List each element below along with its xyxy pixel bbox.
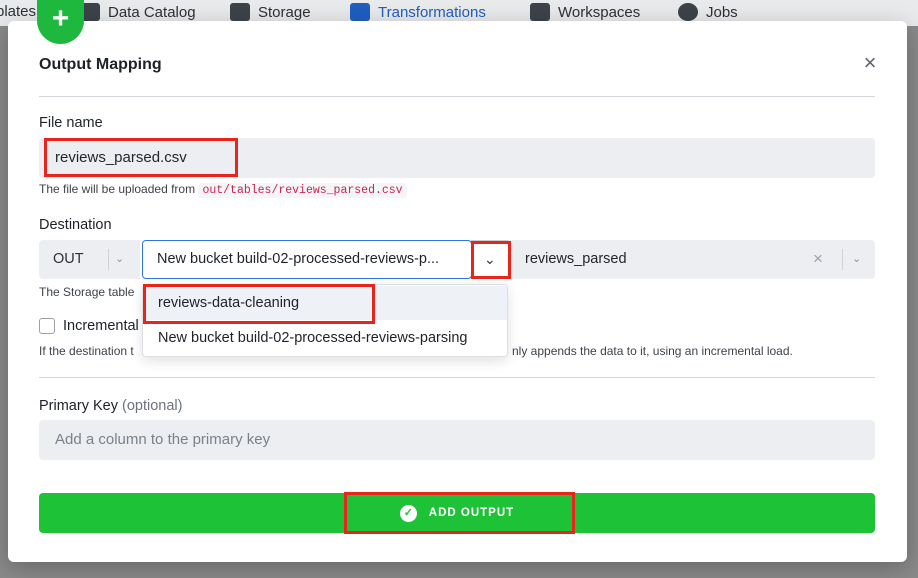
transformations-icon: [350, 3, 370, 21]
nav-item-data-catalog[interactable]: Data Catalog: [80, 3, 196, 21]
incremental-help-start: If the destination t: [39, 344, 134, 358]
nav-item-jobs[interactable]: Jobs: [678, 3, 738, 21]
storage-icon: [230, 3, 250, 21]
optional-tag: (optional): [122, 398, 183, 414]
incremental-help-end: nly appends the data to it, using an inc…: [512, 344, 793, 358]
primary-key-label-text: Primary Key: [39, 398, 118, 414]
nav-item-label: Transformations: [378, 3, 486, 21]
nav-item-label: Data Catalog: [108, 3, 196, 21]
stage-value: OUT: [53, 251, 84, 267]
section-divider: [39, 377, 875, 378]
incremental-checkbox[interactable]: [39, 318, 55, 334]
jobs-icon: [678, 3, 698, 21]
nav-item-label: Jobs: [706, 3, 738, 21]
help-text: The file will be uploaded from: [39, 182, 196, 196]
stage-select[interactable]: OUT ⌄: [39, 240, 140, 279]
nav-item-templates[interactable]: plates: [0, 3, 36, 20]
highlight-file-name: [44, 138, 238, 177]
plus-icon: +: [51, 2, 70, 35]
select-separator: [842, 249, 843, 270]
table-name-select[interactable]: reviews_parsed × ⌄: [510, 240, 875, 279]
primary-key-label: Primary Key (optional): [39, 398, 182, 414]
nav-item-label: Storage: [258, 3, 311, 21]
primary-key-input[interactable]: Add a column to the primary key: [39, 420, 875, 460]
highlight-dropdown-toggle: [471, 241, 511, 279]
destination-help: The Storage table: [39, 285, 135, 299]
bucket-option[interactable]: New bucket build-02-processed-reviews-pa…: [143, 321, 507, 355]
modal-title: Output Mapping: [39, 56, 162, 73]
highlight-bucket-option: [143, 284, 375, 324]
destination-label: Destination: [39, 217, 112, 233]
nav-item-label: Workspaces: [558, 3, 641, 21]
file-path-code: out/tables/reviews_parsed.csv: [198, 183, 407, 198]
chevron-down-icon[interactable]: ⌄: [852, 252, 861, 265]
table-value: reviews_parsed: [525, 251, 627, 267]
nav-item-workspaces[interactable]: Workspaces: [530, 3, 640, 21]
close-icon[interactable]: ×: [860, 51, 880, 75]
bucket-select[interactable]: New bucket build-02-processed-reviews-p.…: [142, 240, 472, 279]
nav-item-transformations[interactable]: Transformations: [350, 3, 486, 21]
bucket-value: New bucket build-02-processed-reviews-p.…: [157, 251, 440, 267]
workspaces-icon: [530, 3, 550, 21]
file-name-label: File name: [39, 115, 103, 131]
chevron-down-icon[interactable]: ⌄: [115, 252, 124, 265]
highlight-add-output: [344, 492, 575, 534]
nav-item-label: plates: [0, 3, 37, 20]
incremental-label: Incremental: [63, 318, 139, 334]
select-separator: [108, 249, 109, 270]
file-name-help: The file will be uploaded from out/table…: [39, 182, 407, 198]
clear-icon[interactable]: ×: [813, 249, 823, 269]
header-divider: [39, 96, 875, 97]
nav-item-storage[interactable]: Storage: [230, 3, 311, 21]
